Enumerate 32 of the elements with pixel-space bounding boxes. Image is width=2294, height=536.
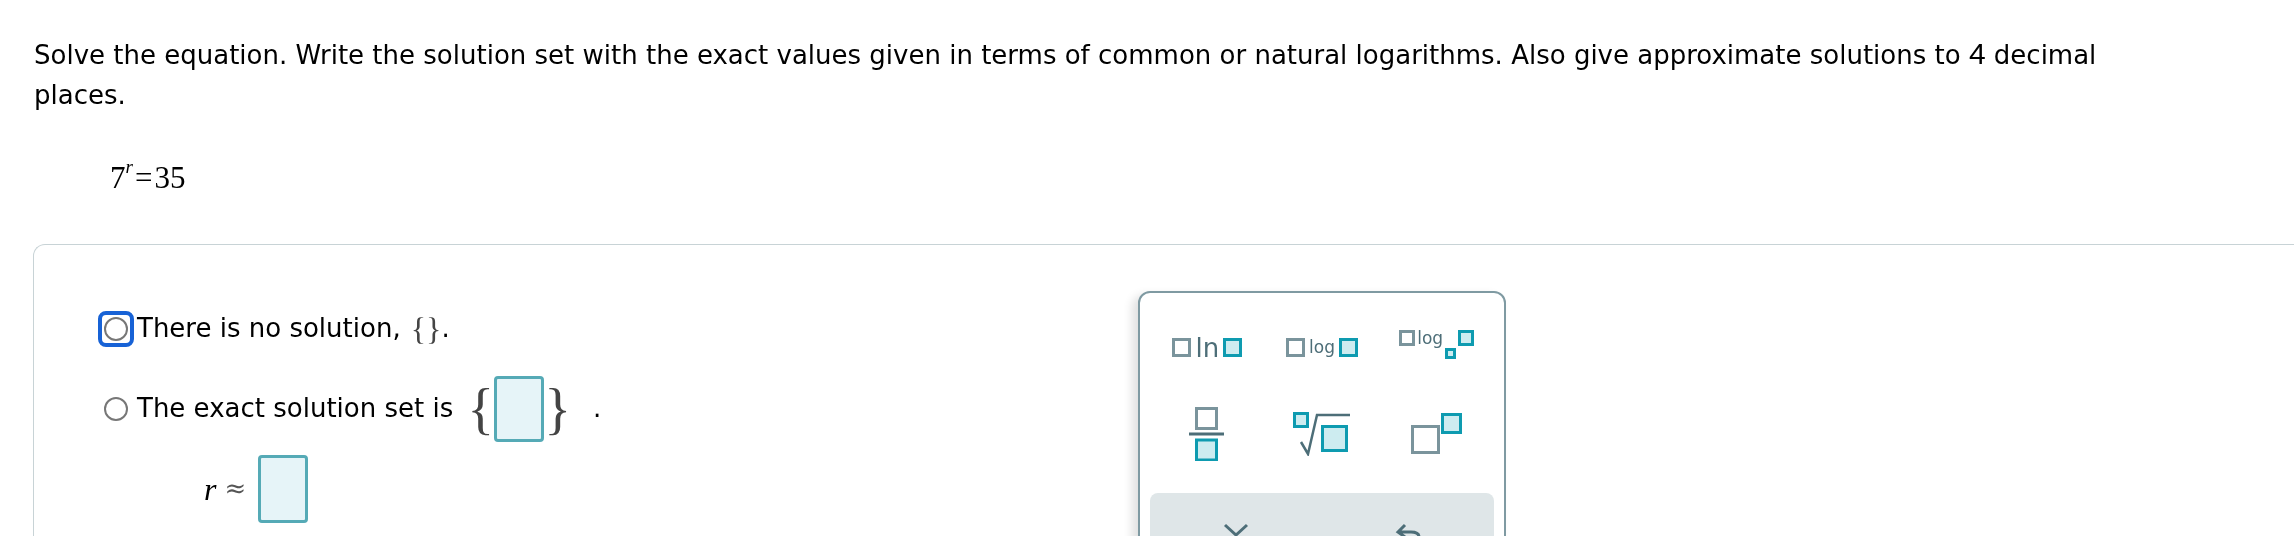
- radio-button[interactable]: [104, 396, 128, 421]
- choice-label: There is no solution,: [137, 312, 401, 345]
- root-icon: [1293, 411, 1351, 456]
- instructions: Solve the equation. Write the solution set with the exact values given in terms of common or natural logarithms. Also give approximate solutions to 4 decimal places.: [34, 36, 2098, 112]
- radio-button[interactable]: [104, 316, 128, 341]
- keypad-key[interactable]: ln: [1150, 312, 1265, 383]
- keypad-key[interactable]: log: [1379, 312, 1494, 383]
- choice-label: The exact solution set is: [137, 392, 454, 425]
- answer-box[interactable]: [494, 375, 545, 442]
- approx-symbol: ≈: [224, 472, 247, 505]
- period: .: [441, 312, 450, 345]
- keypad-key[interactable]: log: [1264, 312, 1380, 383]
- slot-icon: [1445, 347, 1457, 359]
- brace: {: [467, 380, 495, 437]
- log-label: log: [1309, 339, 1335, 356]
- power-icon: [1410, 412, 1463, 455]
- slot-icon: [1458, 329, 1475, 346]
- ln-label: ln: [1195, 334, 1220, 361]
- empty-set: {}: [410, 309, 442, 349]
- slot-icon: [1286, 338, 1306, 357]
- undo-icon[interactable]: [1395, 522, 1421, 536]
- slot-icon: [1223, 338, 1243, 357]
- slot-icon: [1399, 329, 1416, 346]
- variable: r: [204, 469, 217, 509]
- log-label: log: [1417, 329, 1444, 347]
- slot-icon: [1172, 338, 1192, 357]
- fraction-icon: [1189, 406, 1226, 461]
- brace: }: [544, 380, 571, 437]
- answer-box[interactable]: [258, 454, 309, 523]
- chevron-down-icon[interactable]: [1223, 522, 1249, 536]
- slot-icon: [1338, 338, 1358, 357]
- period: .: [593, 392, 602, 425]
